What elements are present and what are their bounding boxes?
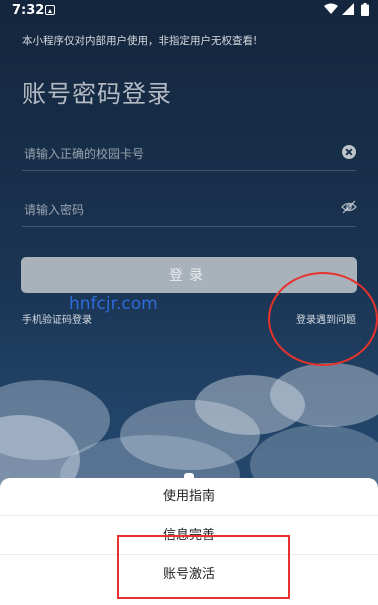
eye-hidden-icon[interactable] bbox=[341, 200, 357, 214]
card-number-input[interactable] bbox=[22, 140, 326, 168]
sheet-item-guide[interactable]: 使用指南 bbox=[0, 478, 378, 516]
login-screen: 7:32 本小程序仅对内部用户使用，非指定用户无权查看! 账号密码登录 登录 手… bbox=[0, 0, 378, 605]
password-input[interactable] bbox=[22, 196, 326, 224]
notification-icon bbox=[45, 5, 55, 15]
password-field bbox=[22, 194, 357, 227]
battery-icon bbox=[361, 3, 369, 16]
annotation-rectangle bbox=[117, 535, 290, 599]
card-number-field bbox=[22, 138, 356, 171]
signal-icon bbox=[342, 3, 354, 15]
wifi-icon bbox=[324, 3, 338, 14]
status-time: 7:32 bbox=[12, 3, 45, 18]
notice-text: 本小程序仅对内部用户使用，非指定用户无权查看! bbox=[22, 35, 258, 47]
status-bar: 7:32 bbox=[0, 0, 378, 22]
page-title: 账号密码登录 bbox=[22, 80, 172, 108]
clear-icon[interactable] bbox=[342, 145, 356, 159]
annotation-circle bbox=[268, 272, 378, 366]
watermark-text: hnfcjr.com bbox=[69, 294, 158, 314]
